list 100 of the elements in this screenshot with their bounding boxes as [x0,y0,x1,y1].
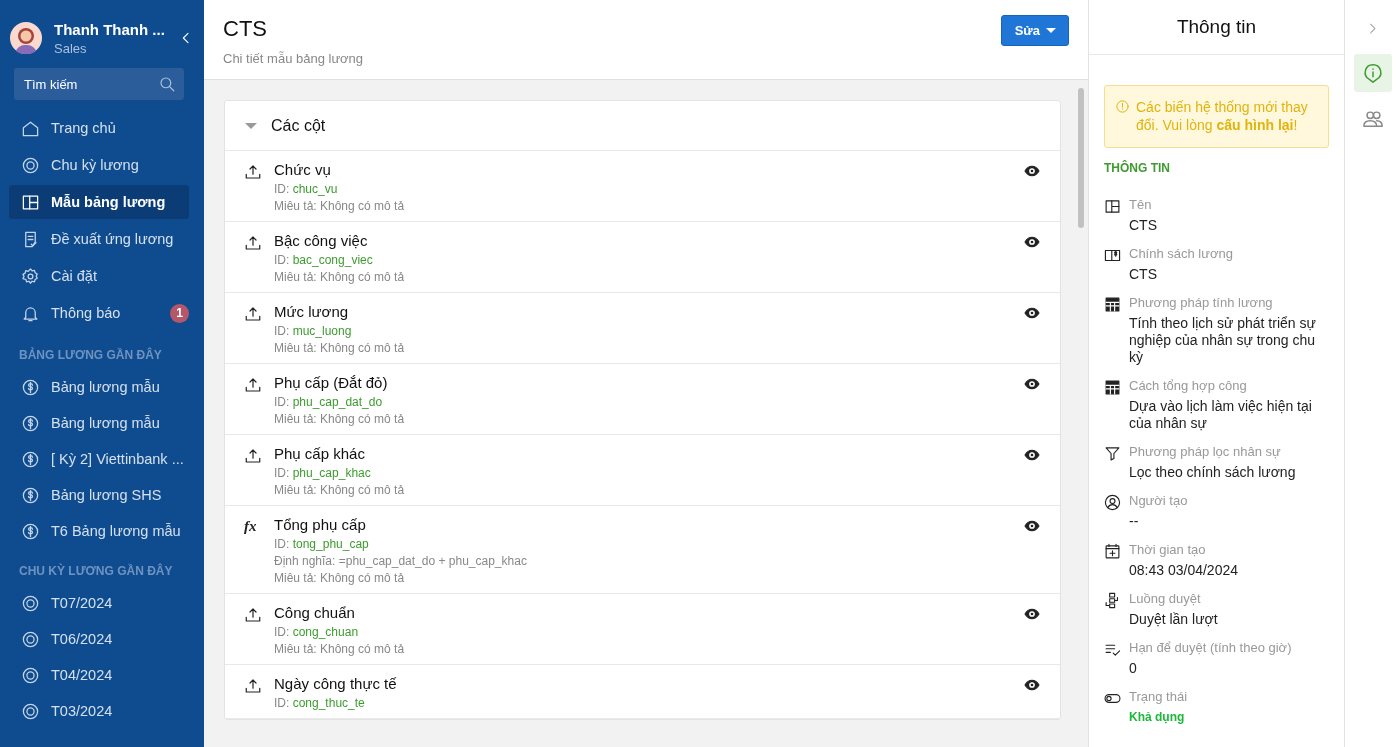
field-label: Tên [1129,197,1153,212]
card-title: Các cột [271,116,326,135]
settings-icon [21,266,40,286]
sidebar-item[interactable]: Chu kỳ lương [9,148,189,182]
home-icon [21,118,40,138]
eye-icon[interactable] [1024,163,1040,179]
sidebar-item[interactable]: Bảng lương mẫu [9,406,189,440]
column-description: Miêu tả: Không có mô tả [274,412,406,426]
column-name: Phụ cấp (Đắt đỏ) [274,374,389,391]
user-role: Sales [54,40,88,56]
field-label: Phương pháp tính lương [1129,295,1274,310]
sidebar-item[interactable]: Bảng lương mẫu [9,370,189,404]
search-icon[interactable] [158,75,176,93]
section-heading: BẢNG LƯƠNG GẦN ĐÂY [18,348,163,362]
dollar-coin-icon [21,413,40,433]
column-id: ID: phu_cap_khac [274,466,372,480]
section-heading: CHU KỲ LƯƠNG GẦN ĐÂY [18,564,174,578]
caret-icon [1046,28,1056,33]
upload-icon [244,163,262,181]
collapse-toggle[interactable] [245,122,257,129]
target-icon [21,629,40,649]
target-icon [21,593,40,613]
column-name: Phụ cấp khác [274,445,366,462]
field-value: Duyệt lần lượt [1129,611,1219,628]
dollar-coin-icon [21,485,40,505]
eye-icon[interactable] [1024,677,1040,693]
sidebar-item[interactable]: Thông báo 1 [9,296,189,330]
column-id: ID: muc_luong [274,324,353,338]
avatar[interactable] [10,22,42,54]
field-label: Trạng thái [1129,689,1189,704]
status-text: Khả dụng [1129,709,1186,726]
field-value: -- [1129,513,1140,530]
column-name: Mức lương [274,303,350,320]
target-icon [21,665,40,685]
column-name: Bậc công việc [274,232,369,249]
warning-message: Các biến hệ thống mới thay đổi. Vui lòng cấu hình lại! [1136,98,1309,134]
eye-icon[interactable] [1024,234,1040,250]
column-id: ID: tong_phu_cap [274,537,370,551]
field-value: CTS [1129,217,1158,234]
calendar-icon [1104,543,1121,560]
user-circle-icon [1104,494,1121,511]
column-description: Miêu tả: Không có mô tả [274,270,406,284]
field-value: 0 [1129,660,1138,677]
info-icon [1361,62,1384,84]
upload-icon [244,376,262,394]
field-label: Người tạo [1129,493,1189,508]
panel-tab[interactable] [1353,54,1392,92]
sidebar-item[interactable]: T04/2024 [9,658,189,692]
column-id: ID: phu_cap_dat_do [274,395,384,409]
sidebar-item[interactable]: [ Kỳ 2] Viettinbank ... [9,442,189,476]
calculator-icon [1104,379,1121,396]
sidebar-item[interactable]: Trang chủ [9,111,189,145]
field-label: Luồng duyệt [1129,591,1202,606]
column-name: Tổng phụ cấp [274,516,367,533]
eye-icon[interactable] [1024,606,1040,622]
dollar-coin-icon [21,449,40,469]
column-description: Miêu tả: Không có mô tả [274,571,406,585]
column-definition: Định nghĩa: =phu_cap_dat_do + phu_cap_khac [274,554,528,568]
field-value: CTS [1129,266,1158,283]
field-value: Lọc theo chính sách lương [1129,464,1297,481]
target-icon [21,701,40,721]
column-description: Miêu tả: Không có mô tả [274,642,406,656]
field-label: Chính sách lương [1129,246,1234,261]
upload-icon [244,305,262,323]
sidebar-item[interactable]: Cài đặt [9,259,189,293]
filter-icon [1104,445,1121,462]
column-id: ID: chuc_vu [274,182,339,196]
upload-icon [244,447,262,465]
sidebar-item[interactable]: T07/2024 [9,586,189,620]
eye-icon[interactable] [1024,447,1040,463]
calculator-icon [1104,296,1121,313]
field-label: Hạn để duyệt (tính theo giờ) [1129,640,1293,655]
field-label: Cách tổng hợp công [1129,378,1248,393]
upload-icon [244,234,262,252]
people-icon [1361,108,1384,130]
edit-button[interactable]: Sửa [1000,15,1069,46]
upload-icon [244,606,262,624]
eye-icon[interactable] [1024,376,1040,392]
target-icon [21,155,40,175]
column-id: ID: cong_chuan [274,625,360,639]
search-field[interactable]: Tìm kiếm [14,68,184,100]
sidebar-item[interactable]: Mẫu bảng lương [9,185,189,219]
sidebar-item[interactable]: Đề xuất ứng lương [9,222,189,256]
sidebar-item[interactable]: T6 Bảng lương mẫu [9,514,189,548]
column-description: Miêu tả: Không có mô tả [274,199,406,213]
field-label: Thời gian tạo [1129,542,1207,557]
layout-icon [1104,198,1121,215]
book-icon [1104,247,1121,264]
section-heading: THÔNG TIN [1104,161,1171,175]
sidebar-item[interactable]: T06/2024 [9,622,189,656]
eye-icon[interactable] [1024,305,1040,321]
column-name: Chức vụ [274,161,332,178]
field-label: Phương pháp lọc nhân sự [1129,444,1282,459]
eye-icon[interactable] [1024,518,1040,534]
column-name: Ngày công thực tế [274,675,398,692]
dollar-coin-icon [21,521,40,541]
panel-title: Thông tin [1089,0,1344,55]
sidebar-item[interactable]: T03/2024 [9,694,189,728]
sidebar-item[interactable]: Bảng lương SHS [9,478,189,512]
page-title: CTS [223,16,268,42]
